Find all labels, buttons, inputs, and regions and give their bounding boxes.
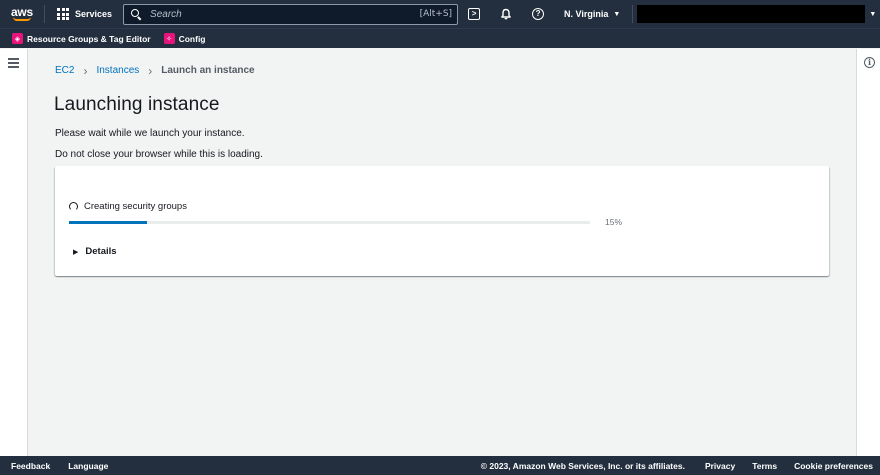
cloudshell-button[interactable]: > [458, 0, 490, 28]
services-label: Services [75, 9, 113, 19]
region-selector[interactable]: N. Virginia ▼ [554, 9, 632, 19]
region-label: N. Virginia [564, 9, 609, 19]
search-bar[interactable]: [Alt+S] [123, 3, 459, 25]
side-navigation-rail [0, 49, 28, 456]
help-icon: ? [532, 8, 545, 20]
aws-logo[interactable]: aws [0, 0, 44, 28]
spinner-icon [69, 202, 78, 211]
info-icon[interactable]: i [864, 57, 875, 68]
help-button[interactable]: ? [522, 0, 554, 28]
progress-bar [69, 221, 590, 224]
favorite-resource-groups[interactable]: ◈ Resource Groups & Tag Editor [12, 33, 151, 44]
breadcrumb: EC2 › Instances › Launch an instance [55, 63, 255, 78]
cookie-preferences-link[interactable]: Cookie preferences [794, 461, 873, 471]
bell-icon [501, 8, 511, 20]
caret-right-icon: ▶ [73, 248, 79, 256]
breadcrumb-current: Launch an instance [161, 65, 255, 76]
grid-icon [57, 8, 69, 20]
search-input[interactable] [150, 8, 420, 20]
privacy-link[interactable]: Privacy [705, 461, 735, 471]
services-menu-button[interactable]: Services [45, 0, 122, 28]
favorite-label: Resource Groups & Tag Editor [27, 33, 151, 44]
warning-message: Do not close your browser while this is … [55, 149, 263, 160]
search-icon [129, 7, 143, 21]
breadcrumb-link-ec2[interactable]: EC2 [55, 65, 74, 76]
page-title: Launching instance [54, 94, 220, 115]
caret-down-icon[interactable]: ▼ [869, 11, 876, 18]
resource-groups-icon: ◈ [12, 33, 23, 44]
progress-status: Creating security groups [69, 201, 187, 212]
favorite-config[interactable]: ✧ Config [163, 33, 206, 44]
progress-percent: 15% [605, 217, 623, 227]
copyright-text: © 2023, Amazon Web Services, Inc. or its… [480, 460, 685, 471]
help-panel-rail: i [856, 49, 880, 456]
cloudshell-icon: > [468, 8, 481, 20]
launch-progress-card: Creating security groups 15% ▶ Details [55, 166, 829, 276]
caret-down-icon: ▼ [613, 10, 621, 18]
details-label: Details [85, 246, 117, 257]
feedback-link[interactable]: Feedback [11, 461, 50, 471]
favorite-label: Config [178, 33, 206, 44]
aws-smile-icon [13, 17, 31, 21]
config-icon: ✧ [163, 33, 175, 44]
wait-message: Please wait while we launch your instanc… [55, 128, 245, 139]
progress-status-text: Creating security groups [84, 201, 187, 212]
notifications-button[interactable] [490, 0, 522, 28]
top-navigation: aws Services [Alt+S] > ? N. Virginia ▼ ▼ [0, 0, 880, 28]
search-shortcut-hint: [Alt+S] [419, 9, 453, 19]
account-menu-redacted[interactable] [637, 5, 866, 23]
favorites-bar: ◈ Resource Groups & Tag Editor ✧ Config [0, 28, 880, 48]
terms-link[interactable]: Terms [752, 461, 777, 471]
language-selector[interactable]: Language [68, 461, 108, 471]
divider [632, 5, 634, 23]
details-expander[interactable]: ▶ Details [73, 246, 117, 257]
chevron-right-icon: › [83, 63, 88, 78]
footer: Feedback Language © 2023, Amazon Web Ser… [0, 456, 880, 475]
chevron-right-icon: › [148, 63, 153, 78]
menu-icon[interactable] [8, 58, 19, 70]
breadcrumb-link-instances[interactable]: Instances [96, 65, 139, 76]
progress-bar-fill [69, 221, 148, 224]
